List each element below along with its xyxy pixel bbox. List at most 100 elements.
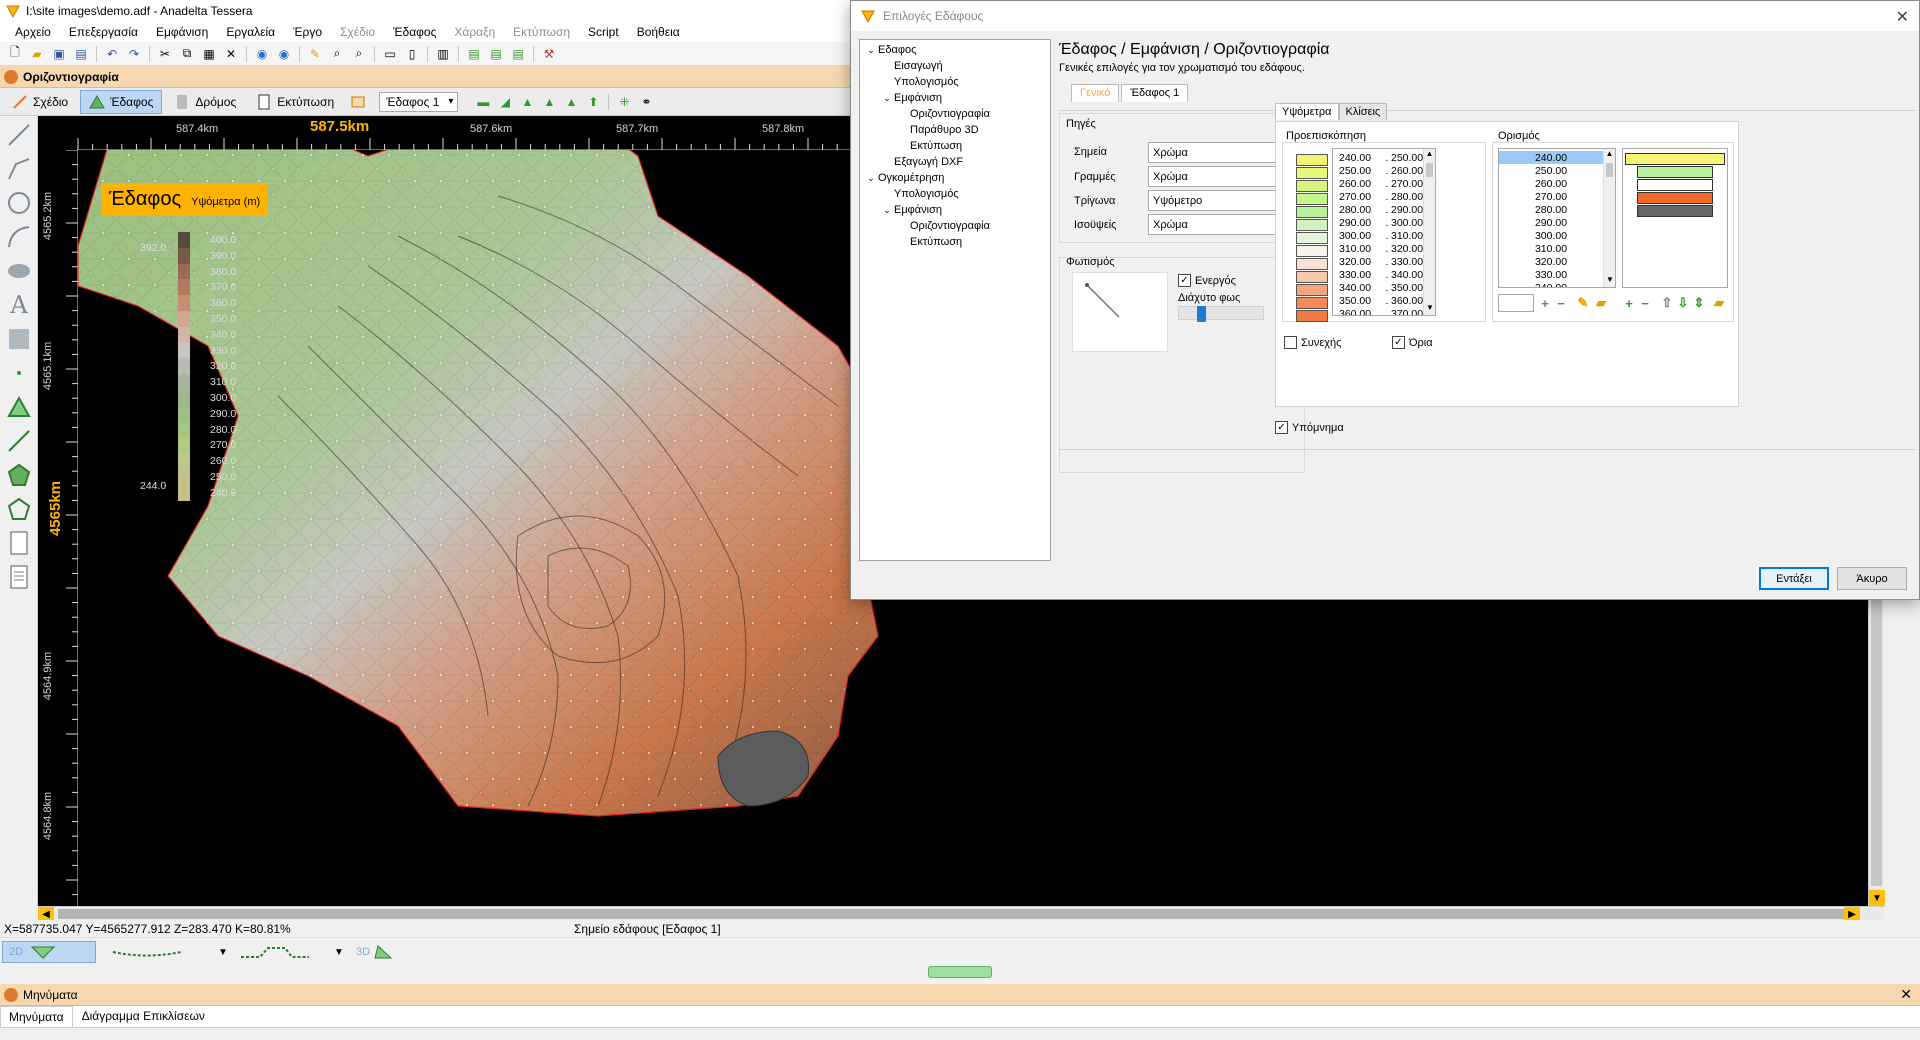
sheet-list-tool-icon[interactable] — [4, 562, 34, 592]
definition-value-row[interactable]: 310.00 — [1499, 242, 1615, 255]
range-row[interactable]: 240.00. 250.00 — [1333, 151, 1435, 164]
tools-icon[interactable]: ⚒ — [540, 45, 558, 63]
tab-slope-diagram[interactable]: Διάγραμμα Επικλίσεων — [73, 1005, 214, 1027]
boundary-tool-icon[interactable] — [4, 494, 34, 524]
circle-tool-icon[interactable] — [4, 188, 34, 218]
range-row[interactable]: 300.00. 310.00 — [1333, 229, 1435, 242]
messages-close-icon[interactable]: ✕ — [1900, 986, 1912, 1003]
range-color-swatch[interactable] — [1296, 206, 1328, 218]
terrain-tool-5-icon[interactable]: ▲ — [562, 93, 580, 111]
menu-item[interactable]: Αρχείο — [6, 25, 60, 39]
cancel-button[interactable]: Άκυρο — [1837, 567, 1907, 590]
terrain-tool-6-icon[interactable]: ⬆ — [584, 93, 602, 111]
tab-messages[interactable]: Μηνύματα — [0, 1006, 73, 1027]
menu-item[interactable]: Εργαλεία — [217, 25, 284, 39]
tab-layer[interactable]: Έδαφος 1 — [1121, 84, 1189, 102]
remove-color-icon[interactable]: − — [1638, 296, 1652, 311]
layer-options-button[interactable] — [346, 90, 375, 114]
source-points-select[interactable]: Χρώμα — [1148, 142, 1292, 163]
mode-3d-button[interactable]: 3D — [350, 941, 400, 963]
tree-item[interactable]: Εξαγωγή DXF — [860, 154, 1050, 170]
range-color-swatch[interactable] — [1296, 232, 1328, 244]
menu-item[interactable]: Βοήθεια — [628, 25, 689, 39]
definition-color-bar[interactable] — [1637, 205, 1713, 217]
lighting-active-row[interactable]: ✓ Ενεργός — [1178, 274, 1236, 287]
definition-value-row[interactable]: 330.00 — [1499, 268, 1615, 281]
tab-ektyposi[interactable]: Εκτύπωση — [248, 90, 342, 114]
menu-item[interactable]: Εκτύπωση — [504, 25, 579, 39]
scroll-right-icon[interactable]: ▶ — [1844, 907, 1860, 921]
expand-icon[interactable]: ⌄ — [866, 45, 876, 56]
definition-value-row[interactable]: 240.00 — [1499, 151, 1615, 164]
range-row[interactable]: 270.00. 280.00 — [1333, 190, 1435, 203]
move-up-icon[interactable]: ⇧ — [1660, 295, 1674, 310]
source-triangles-select[interactable]: Υψόμετρο — [1148, 190, 1292, 211]
tab-sxedio[interactable]: Σχέδιο — [4, 90, 76, 114]
dialog-close-icon[interactable]: ✕ — [1896, 7, 1909, 27]
range-color-swatch[interactable] — [1296, 245, 1328, 257]
definition-value-row[interactable]: 280.00 — [1499, 203, 1615, 216]
tree-item[interactable]: Εισαγωγή — [860, 58, 1050, 74]
sheet-tool-icon[interactable] — [4, 528, 34, 558]
paste-icon[interactable]: ▦ — [200, 45, 218, 63]
definition-value-row[interactable]: 250.00 — [1499, 164, 1615, 177]
forward-icon[interactable]: ◉ — [275, 45, 293, 63]
profile-dropdown-icon[interactable]: ▼ — [214, 943, 232, 961]
import-icon[interactable]: ▤ — [487, 45, 505, 63]
delete-icon[interactable]: ✕ — [222, 45, 240, 63]
range-row[interactable]: 320.00. 330.00 — [1333, 255, 1435, 268]
menu-item[interactable]: Έδαφος — [384, 25, 445, 39]
tree-item[interactable]: Υπολογισμός — [860, 186, 1050, 202]
text-tool-icon[interactable]: A — [4, 290, 34, 320]
definition-colors-box[interactable] — [1622, 148, 1728, 288]
menu-item[interactable]: Σχέδιο — [331, 25, 384, 39]
arc-tool-icon[interactable] — [4, 222, 34, 252]
range-row[interactable]: 330.00. 340.00 — [1333, 268, 1435, 281]
page-icon[interactable]: ▭ — [381, 45, 399, 63]
tree-item[interactable]: ⌄ Ογκομέτρηση — [860, 170, 1050, 186]
light-direction-box[interactable] — [1072, 272, 1168, 352]
move-down-icon[interactable]: ⇩ — [1676, 295, 1690, 310]
definition-color-bar[interactable] — [1625, 153, 1725, 165]
terrain-tool-2-icon[interactable]: ◢ — [496, 93, 514, 111]
definition-value-row[interactable]: 320.00 — [1499, 255, 1615, 268]
range-row[interactable]: 340.00. 350.00 — [1333, 281, 1435, 294]
tree-item[interactable]: ⌄ Εμφάνιση — [860, 90, 1050, 106]
definition-color-bar[interactable] — [1637, 179, 1713, 191]
print-preview-icon[interactable]: ▯ — [403, 45, 421, 63]
hatch-tool-icon[interactable] — [4, 324, 34, 354]
range-row[interactable]: 350.00. 360.00 — [1333, 294, 1435, 307]
range-color-swatch[interactable] — [1296, 167, 1328, 179]
definition-value-row[interactable]: 260.00 — [1499, 177, 1615, 190]
range-row[interactable]: 250.00. 260.00 — [1333, 164, 1435, 177]
menu-item[interactable]: Έργο — [284, 25, 331, 39]
triangle-tool-icon[interactable] — [4, 392, 34, 422]
tree-item[interactable]: ⌄ Εδαφος — [860, 42, 1050, 58]
source-lines-select[interactable]: Χρώμα — [1148, 166, 1292, 187]
ok-button[interactable]: Εντάξει — [1759, 567, 1829, 590]
scroll-down-icon[interactable]: ▼ — [1869, 890, 1885, 906]
tree-item[interactable]: Οριζοντιογραφία — [860, 106, 1050, 122]
tree-item[interactable]: Παράθυρο 3D — [860, 122, 1050, 138]
tree-item[interactable]: Εκτύπωση — [860, 234, 1050, 250]
section-view-button[interactable] — [234, 941, 318, 963]
add-value-icon[interactable]: + — [1538, 296, 1552, 311]
lighting-active-checkbox[interactable]: ✓ — [1178, 274, 1191, 287]
range-row[interactable]: 260.00. 270.00 — [1333, 177, 1435, 190]
range-color-swatch[interactable] — [1296, 154, 1328, 166]
definition-value-row[interactable]: 290.00 — [1499, 216, 1615, 229]
range-row[interactable]: 280.00. 290.00 — [1333, 203, 1435, 216]
point-tool-icon[interactable] — [4, 358, 34, 388]
cut-icon[interactable]: ✂ — [156, 45, 174, 63]
range-color-swatch[interactable] — [1296, 297, 1328, 309]
range-color-swatch[interactable] — [1296, 219, 1328, 231]
expand-icon[interactable]: ⌄ — [882, 93, 892, 104]
zoom-icon[interactable]: ⌕ — [328, 45, 346, 63]
save-icon[interactable]: ▣ — [50, 45, 68, 63]
definition-value-row[interactable]: 270.00 — [1499, 190, 1615, 203]
range-row[interactable]: 310.00. 320.00 — [1333, 242, 1435, 255]
preview-ranges-list[interactable]: 240.00. 250.00 250.00. 260.00 260.00. 270.00 2… — [1332, 148, 1436, 316]
diffuse-light-slider-knob[interactable] — [1197, 306, 1207, 322]
definition-color-bar[interactable] — [1637, 192, 1713, 204]
tab-slopes[interactable]: Κλίσεις — [1338, 103, 1388, 120]
